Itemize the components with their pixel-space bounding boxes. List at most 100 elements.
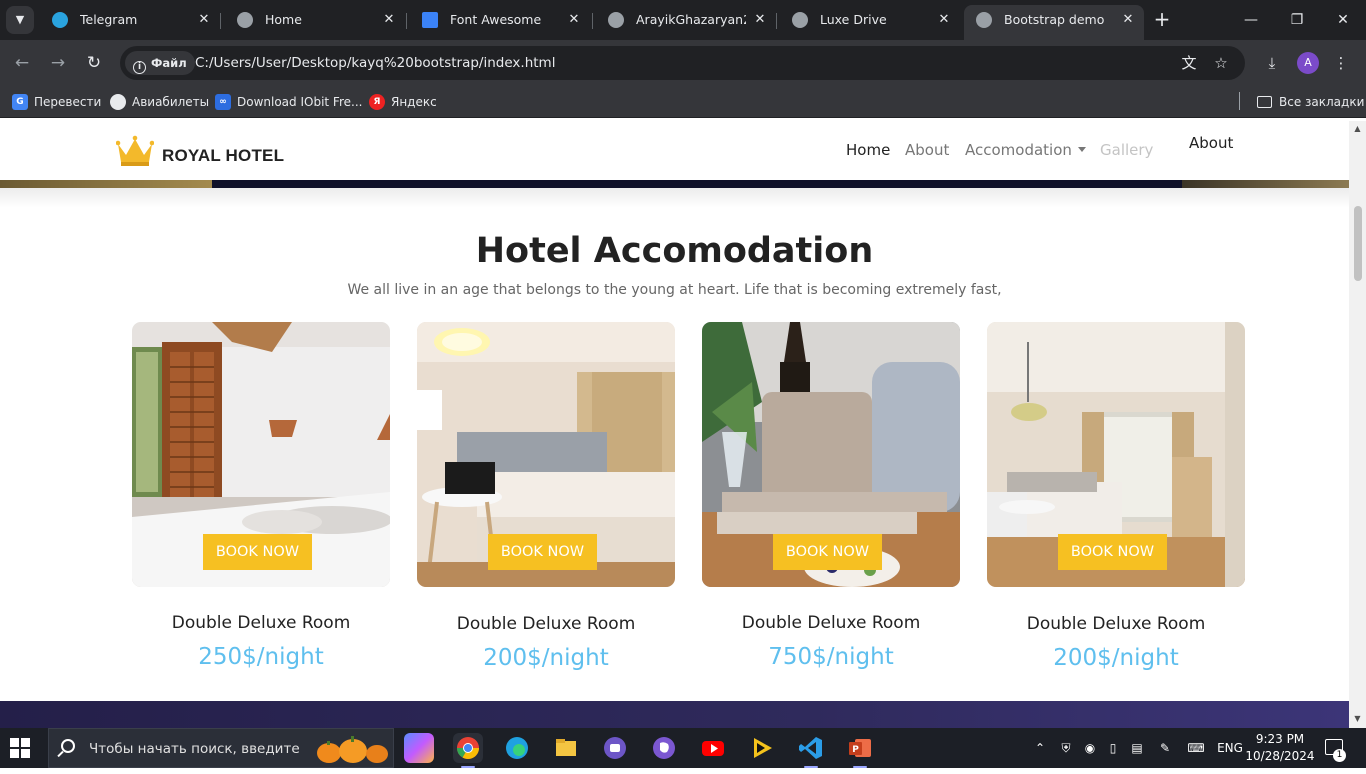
bookmark-label: Download IObit Fre... (237, 95, 363, 109)
language-indicator[interactable]: ENG (1216, 728, 1244, 768)
edge-icon[interactable] (502, 733, 532, 763)
pen-icon[interactable]: ✎ (1154, 728, 1176, 768)
globe-icon (792, 12, 808, 28)
room-photo: BOOK NOW (417, 322, 675, 587)
tab-bootstrap-demo[interactable]: Bootstrap demo ✕ (964, 5, 1144, 40)
tab-label: ArayikGhazaryan2011 (636, 12, 746, 27)
bookmark-star-icon[interactable]: ☆ (1211, 53, 1231, 73)
tab-label: Font Awesome (450, 12, 542, 27)
tab-label: Bootstrap demo (1004, 12, 1105, 27)
camera-icon[interactable]: ◉ (1080, 728, 1100, 768)
close-icon[interactable]: ✕ (752, 5, 768, 35)
book-now-button[interactable]: BOOK NOW (203, 534, 312, 570)
minimize-icon[interactable]: — (1228, 0, 1274, 40)
nav-link-about[interactable]: About (905, 141, 949, 159)
keyboard-icon[interactable]: ⌨ (1184, 728, 1208, 768)
reload-icon[interactable]: ↻ (81, 50, 107, 76)
bookmark-label: Авиабилеты (132, 95, 210, 109)
page-scrollbar[interactable]: ▲ ▼ (1349, 121, 1366, 728)
svg-text:P: P (852, 745, 859, 755)
nav-link-home[interactable]: Home (846, 141, 890, 159)
close-icon[interactable]: ✕ (936, 5, 952, 35)
scroll-thumb[interactable] (1354, 206, 1362, 281)
tab-separator (776, 13, 777, 29)
tab-label: Luxe Drive (820, 12, 887, 27)
back-arrow-icon[interactable]: ← (9, 50, 35, 76)
tab-search-chevron-icon[interactable]: ▼ (6, 6, 34, 34)
close-icon[interactable]: ✕ (196, 5, 212, 35)
restore-icon[interactable]: ❐ (1274, 0, 1320, 40)
new-tab-plus-icon[interactable]: + (1150, 8, 1174, 32)
bookmark-iobit[interactable]: ∞ Download IObit Fre... (215, 92, 362, 112)
nav-link-about-extra[interactable]: About (1189, 134, 1233, 152)
clock-date: 10/28/2024 (1245, 749, 1315, 763)
youtube-icon[interactable] (698, 733, 728, 763)
powerpoint-icon[interactable]: P (845, 733, 875, 768)
tab-home[interactable]: Home ✕ (225, 5, 405, 35)
scroll-down-icon[interactable]: ▼ (1352, 714, 1363, 724)
viber-icon[interactable] (649, 733, 679, 763)
taskbar-search-placeholder: Чтобы начать поиск, введите (89, 741, 300, 757)
tab-github[interactable]: ArayikGhazaryan2011 ✕ (596, 5, 776, 35)
site-info-chip[interactable]: i Файл (125, 51, 195, 75)
file-explorer-icon[interactable] (551, 733, 581, 763)
nav-dropdown-accomodation[interactable]: Accomodation (965, 141, 1086, 159)
pumpkins-icon (317, 736, 388, 763)
tab-separator (406, 13, 407, 29)
section-title: Hotel Accomodation (475, 231, 874, 271)
search-icon (61, 739, 75, 753)
nav-link-gallery[interactable]: Gallery (1100, 141, 1153, 159)
bookmark-yandex[interactable]: Я Яндекс (369, 92, 437, 112)
battery-icon[interactable]: ▯ (1103, 728, 1123, 768)
section-shadow (0, 188, 1349, 208)
vscode-icon[interactable] (796, 733, 826, 768)
folder-icon (1257, 96, 1272, 108)
close-icon[interactable]: ✕ (1120, 5, 1136, 35)
tab-luxe-drive[interactable]: Luxe Drive ✕ (780, 5, 960, 35)
translate-icon[interactable]: 文 (1179, 53, 1199, 73)
network-icon[interactable]: ▤ (1127, 728, 1147, 768)
room-name: Double Deluxe Room (1026, 614, 1206, 634)
window-close-icon[interactable]: ✕ (1320, 0, 1366, 40)
book-now-button[interactable]: BOOK NOW (1058, 534, 1167, 570)
windows-start-icon[interactable] (10, 738, 30, 758)
security-shield-icon[interactable]: ⛨ (1056, 728, 1076, 768)
media-player-icon[interactable] (747, 733, 777, 763)
nav-dropdown-label: Accomodation (965, 141, 1072, 159)
address-bar[interactable]: i Файл C:/Users/User/Desktop/kayq%20boots… (120, 46, 1245, 80)
tab-strip: ▼ Telegram ✕ Home ✕ Font Awesome ✕ Arayi… (0, 0, 1366, 40)
copilot-icon[interactable] (404, 733, 434, 763)
forward-arrow-icon[interactable]: → (45, 50, 71, 76)
system-clock[interactable]: 9:23 PM 10/28/2024 (1245, 731, 1315, 765)
tab-font-awesome[interactable]: Font Awesome ✕ (410, 5, 590, 35)
all-bookmarks[interactable]: Все закладки (1257, 92, 1364, 112)
bookmark-label: Перевести (34, 95, 102, 109)
next-section-band (0, 701, 1349, 728)
download-icon[interactable]: ⤓ (1261, 52, 1283, 74)
site-info-label: Файл (151, 56, 187, 70)
close-icon[interactable]: ✕ (566, 5, 582, 35)
brand-name: ROYAL HOTEL (162, 146, 285, 165)
room-price: 200$/night (1053, 645, 1179, 671)
tab-telegram[interactable]: Telegram ✕ (40, 5, 220, 35)
chrome-icon[interactable] (453, 733, 483, 768)
bookmark-translate[interactable]: G Перевести (12, 92, 101, 112)
scroll-up-icon[interactable]: ▲ (1352, 124, 1363, 134)
bookmark-flights[interactable]: Авиабилеты (110, 92, 209, 112)
globe-icon (237, 12, 253, 28)
tab-label: Telegram (80, 12, 138, 27)
media-app-icon[interactable] (600, 733, 630, 763)
yandex-icon: Я (369, 94, 385, 110)
book-now-button[interactable]: BOOK NOW (488, 534, 597, 570)
room-photo: BOOK NOW (702, 322, 960, 587)
kebab-menu-icon[interactable]: ⋮ (1330, 52, 1352, 74)
page-viewport: ROYAL HOTEL Home About Accomodation Gall… (0, 121, 1349, 728)
book-now-button[interactable]: BOOK NOW (773, 534, 882, 570)
close-icon[interactable]: ✕ (381, 5, 397, 35)
url-text[interactable]: C:/Users/User/Desktop/kayq%20bootstrap/i… (195, 46, 555, 80)
telegram-icon (52, 12, 68, 28)
profile-avatar[interactable]: A (1297, 52, 1319, 74)
taskbar-search[interactable]: Чтобы начать поиск, введите (48, 728, 394, 768)
tray-chevron-up-icon[interactable]: ⌃ (1032, 728, 1048, 768)
notification-badge: 1 (1333, 749, 1346, 762)
